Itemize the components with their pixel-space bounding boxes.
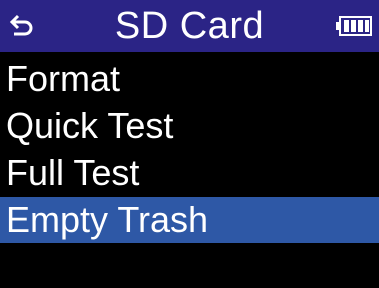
battery-icon [336, 16, 372, 36]
menu-item-full-test[interactable]: Full Test [0, 150, 379, 196]
menu-item-label: Empty Trash [6, 199, 209, 240]
title-bar: SD Card [0, 0, 379, 52]
sd-card-menu: Format Quick Test Full Test Empty Trash [0, 56, 379, 244]
menu-item-label: Format [6, 58, 121, 99]
menu-item-label: Full Test [6, 152, 140, 193]
menu-item-format[interactable]: Format [0, 56, 379, 102]
menu-item-label: Quick Test [6, 105, 174, 146]
device-screen: SD Card Format Quick Test Full Test Empt… [0, 0, 379, 288]
screen-title: SD Card [114, 5, 265, 47]
menu-item-quick-test[interactable]: Quick Test [0, 103, 379, 149]
menu-item-empty-trash[interactable]: Empty Trash [0, 197, 379, 243]
